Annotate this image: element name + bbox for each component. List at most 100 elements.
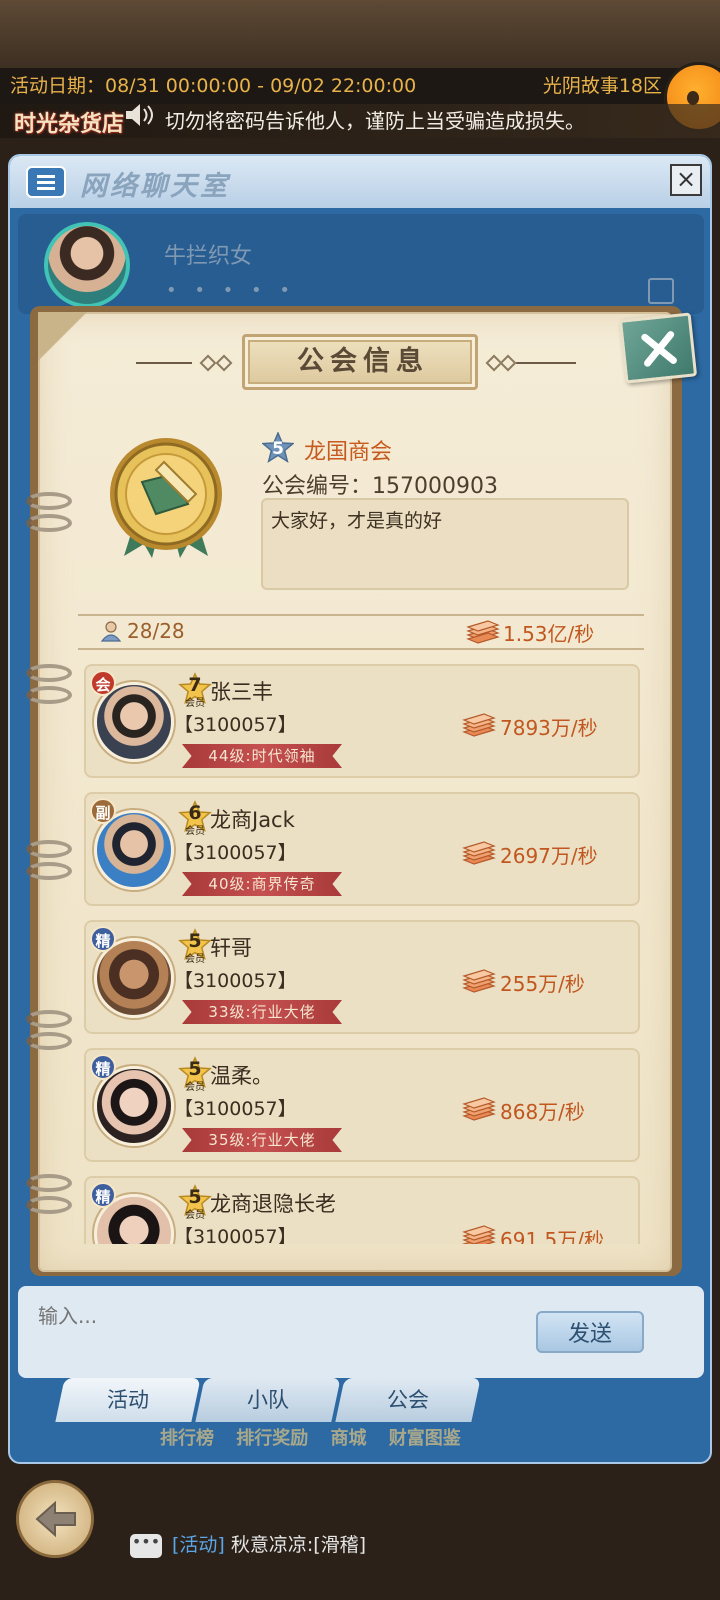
chat-close-button[interactable]: × (670, 164, 702, 196)
binder-ring (26, 664, 72, 682)
chat-title: 网络聊天室 (80, 171, 230, 202)
event-date: 活动日期：08/31 00:00:00 - 09/02 22:00:00 (10, 75, 417, 97)
binder-ring (26, 1196, 72, 1214)
member-name: 龙商退隐长老 (210, 1192, 336, 1216)
divider (78, 614, 644, 616)
edit-icon[interactable] (648, 278, 674, 304)
member-id: 【3100057】 (174, 714, 297, 736)
tab-squad-label: 小队 (247, 1388, 289, 1412)
member-title: 44级:时代领袖 (208, 747, 316, 765)
member-id: 【3100057】 (174, 970, 297, 992)
left-arrow-icon (35, 1500, 76, 1538)
role-badge: 副 (90, 798, 116, 824)
event-bar: 活动日期：08/31 00:00:00 - 09/02 22:00:00 光阴故… (0, 68, 720, 104)
binder-ring (26, 840, 72, 858)
shop-logo: 时光杂货店 (14, 112, 125, 137)
back-button[interactable] (16, 1480, 94, 1558)
member-name: 温柔。 (210, 1064, 273, 1088)
member-card[interactable]: 会 7 会员 张三丰 【3100057】 44级:时代领袖 7893万/秒 (84, 664, 640, 778)
member-card[interactable]: 副 6 会员 龙商Jack 【3100057】 40级:商界传奇 2697万/秒 (84, 792, 640, 906)
member-title: 35级:行业大佬 (208, 1131, 316, 1149)
warning-text: 切勿将密码告诉他人，谨防上当受骗造成损失。 (165, 109, 585, 133)
bottom-chat-message[interactable]: [活动] 秋意凉凉:[滑稽] (172, 1530, 366, 1557)
money-stack-icon (462, 1225, 496, 1244)
binder-ring (26, 492, 72, 510)
guild-emblem-icon (110, 438, 222, 558)
modal-title-plate: 公会信息 (242, 334, 478, 390)
member-name: 轩哥 (210, 936, 252, 960)
member-income: 691.5万/秒 (500, 1228, 604, 1244)
binder-ring (26, 862, 72, 880)
member-card[interactable]: 精 5 会员 温柔。 【3100057】 35级:行业大佬 868万/秒 (84, 1048, 640, 1162)
member-id: 【3100057】 (174, 1226, 297, 1244)
tab-guild[interactable]: 公会 (335, 1378, 481, 1422)
money-stack-icon (462, 969, 496, 993)
tab-guild-label: 公会 (387, 1388, 429, 1412)
guild-notice: 大家好，才是真的好 (271, 510, 443, 532)
member-card[interactable]: 精 5 会员 轩哥 【3100057】 33级:行业大佬 255万/秒 (84, 920, 640, 1034)
guild-name: 龙国商会 (304, 440, 393, 465)
header-divider (136, 362, 192, 364)
header-divider (516, 362, 576, 364)
member-income: 255万/秒 (500, 972, 585, 996)
vip-label: 会员 (185, 698, 205, 709)
member-card[interactable]: 精 5 会员 龙商退隐长老 【3100057】 691.5万/秒 (84, 1176, 640, 1244)
member-id: 【3100057】 (174, 1098, 297, 1120)
member-income: 2697万/秒 (500, 844, 598, 868)
close-icon (641, 331, 677, 367)
money-stack-icon (462, 1097, 496, 1121)
chat-list-icon (26, 166, 66, 198)
member-income: 7893万/秒 (500, 716, 598, 740)
member-income: 868万/秒 (500, 1100, 585, 1124)
member-id: 【3100057】 (174, 842, 297, 864)
chat-bubble-icon[interactable]: ••• (130, 1534, 162, 1558)
binder-ring (26, 514, 72, 532)
profile-card: 牛拦织女 • • • • • (18, 214, 704, 314)
binder-ring (26, 1174, 72, 1192)
chat-input-area: 发送 (18, 1286, 704, 1378)
vip-label: 会员 (185, 1082, 205, 1093)
profile-avatar[interactable] (44, 222, 130, 308)
divider (78, 648, 644, 650)
role-badge: 精 (90, 926, 116, 952)
role-badge: 精 (90, 1182, 116, 1208)
member-name: 张三丰 (210, 680, 273, 704)
profile-name: 牛拦织女 (164, 244, 253, 269)
binder-ring (26, 686, 72, 704)
chat-message-text: 秋意凉凉:[滑稽] (224, 1534, 367, 1556)
vip-label: 会员 (185, 1210, 205, 1221)
guild-level: 5 (272, 439, 284, 459)
role-badge: 精 (90, 1054, 116, 1080)
vip-label: 会员 (185, 954, 205, 965)
vip-label: 会员 (185, 826, 205, 837)
tab-activity[interactable]: 活动 (55, 1378, 201, 1422)
background-top (0, 0, 720, 68)
member-name: 龙商Jack (210, 808, 295, 832)
chat-input[interactable] (38, 1296, 518, 1336)
guild-id: 公会编号：157000903 (262, 474, 498, 499)
member-title: 33级:行业大佬 (208, 1003, 316, 1021)
tab-squad[interactable]: 小队 (195, 1378, 341, 1422)
binder-ring (26, 1032, 72, 1050)
modal-close-button[interactable] (618, 312, 698, 384)
server-name: 光阴故事18区 (542, 75, 662, 97)
member-title: 40级:商界传奇 (208, 875, 316, 893)
tab-activity-label: 活动 (107, 1388, 149, 1412)
send-button[interactable]: 发送 (536, 1311, 644, 1353)
money-stack-icon (462, 841, 496, 865)
money-stack-icon (462, 713, 496, 737)
member-count: 28/28 (127, 619, 185, 643)
money-stack-icon (466, 620, 500, 644)
bottom-menu: 排行榜 排行奖励 商城 财富图鉴 (160, 1428, 461, 1449)
binder-ring (26, 1010, 72, 1028)
modal-title: 公会信息 (297, 346, 429, 377)
page-fold (38, 312, 88, 362)
guild-notice-box: 大家好，才是真的好 (261, 498, 629, 590)
member-list[interactable]: 会 7 会员 张三丰 【3100057】 44级:时代领袖 7893万/秒 副 … (84, 664, 642, 1244)
profile-signature: • • • • • (166, 280, 296, 301)
person-icon (100, 621, 122, 642)
role-badge: 会 (90, 670, 116, 696)
chat-channel-tag: [活动] (172, 1534, 225, 1556)
guild-income: 1.53亿/秒 (503, 622, 595, 646)
chat-header: 网络聊天室 × (10, 156, 710, 208)
